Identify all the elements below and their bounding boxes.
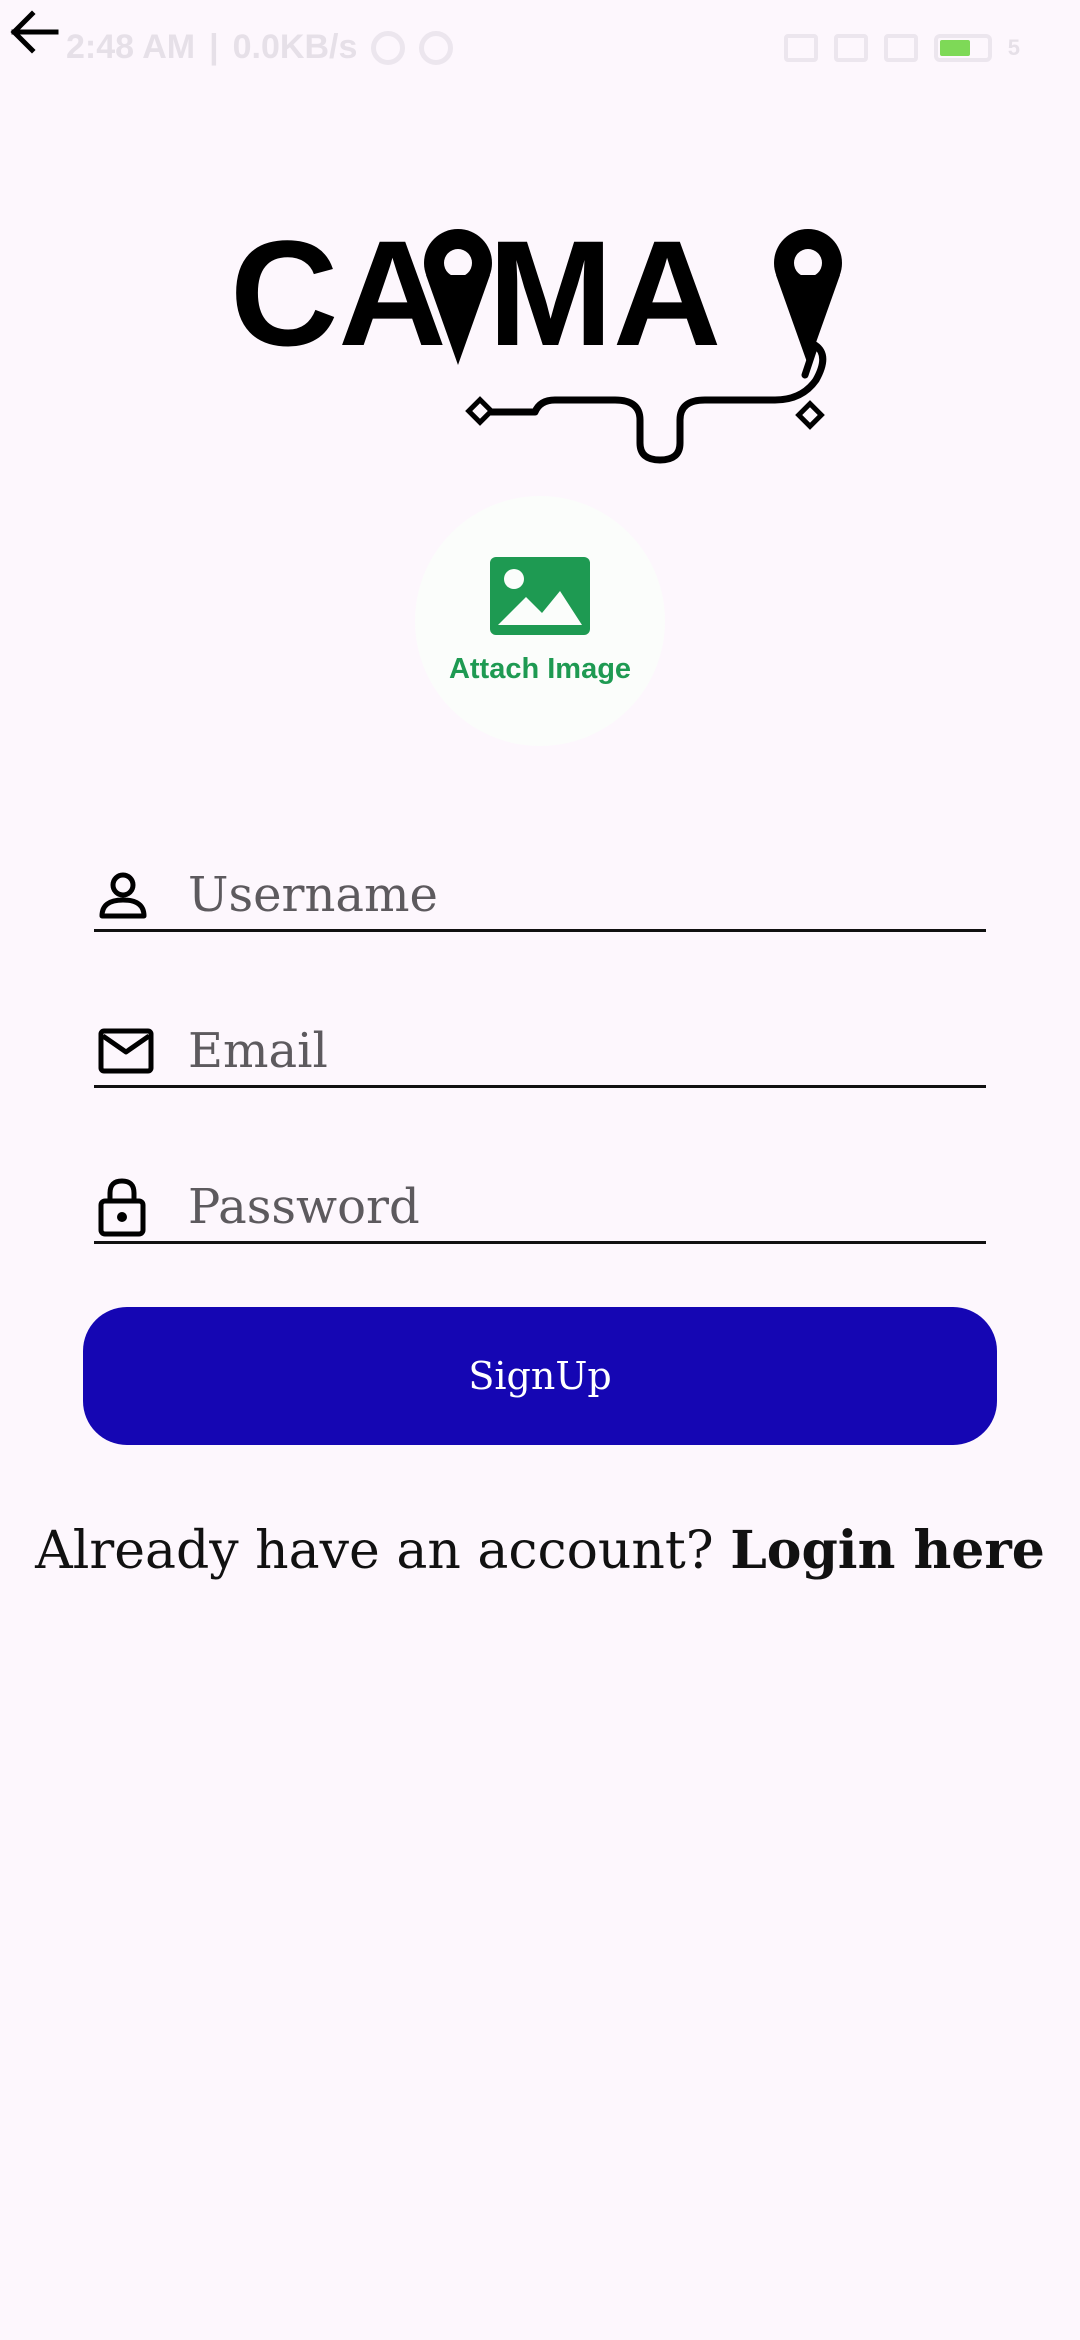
sync-icon	[371, 30, 406, 65]
status-network-speed: 0.0KB/s	[232, 28, 358, 66]
image-icon	[490, 556, 590, 635]
login-prompt: Already have an account? Login here	[0, 1520, 1080, 1581]
email-field[interactable]	[94, 1016, 986, 1088]
svg-text:MA: MA	[488, 215, 721, 377]
status-left: 2:48 AM | 0.0KB/s	[66, 28, 454, 67]
login-prompt-text: Already have an account?	[35, 1521, 714, 1581]
mail-icon	[94, 1021, 160, 1081]
status-divider: |	[209, 28, 219, 66]
person-icon	[94, 865, 160, 925]
sim-icon	[833, 34, 868, 62]
username-input[interactable]	[160, 861, 986, 928]
status-right: 5	[783, 34, 1020, 62]
signup-button[interactable]: SignUp	[83, 1307, 997, 1445]
status-time: 2:48 AM	[66, 28, 196, 66]
back-button[interactable]	[6, 8, 62, 56]
battery-level: 5	[1007, 35, 1020, 60]
attach-image-label: Attach Image	[448, 652, 632, 685]
svg-text:CA: CA	[230, 215, 447, 377]
attach-image-button[interactable]: Attach Image	[415, 496, 665, 746]
status-bar: 2:48 AM | 0.0KB/s 5	[0, 0, 1080, 100]
email-input[interactable]	[160, 1017, 986, 1084]
signal-icon	[883, 34, 918, 62]
battery-fill	[939, 40, 970, 56]
capmap-logo: CA MA	[230, 215, 842, 464]
password-input[interactable]	[160, 1173, 986, 1240]
login-here-link[interactable]: Login here	[730, 1520, 1045, 1581]
password-field[interactable]	[94, 1172, 986, 1244]
battery-icon	[933, 34, 992, 62]
arrow-left-icon	[10, 10, 59, 54]
signup-screen: 2:48 AM | 0.0KB/s 5 CA MA Attach Image U…	[0, 0, 1080, 2340]
username-field[interactable]	[94, 860, 986, 932]
bluetooth-icon	[783, 34, 818, 62]
lock-icon	[94, 1177, 160, 1237]
at-icon	[419, 30, 454, 65]
